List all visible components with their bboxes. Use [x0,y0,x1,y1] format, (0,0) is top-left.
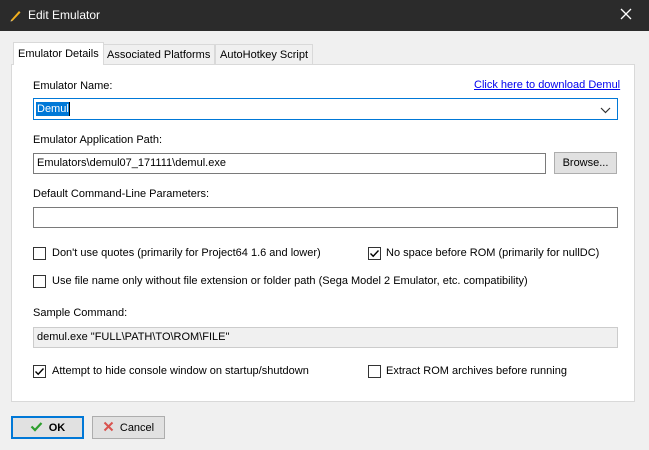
ok-button[interactable]: OK [11,416,84,439]
tab-emulator-details[interactable]: Emulator Details [13,42,104,65]
no-quotes-label: Don't use quotes (primarily for Project6… [52,247,321,259]
hide-console-label: Attempt to hide console window on startu… [52,365,309,377]
no-quotes-checkbox[interactable] [33,247,46,260]
app-path-input[interactable]: Emulators\demul07_171111\demul.exe [33,153,546,174]
emulator-name-combo[interactable]: Demul [33,98,618,120]
emulator-name-value: Demul [36,102,70,116]
browse-button[interactable]: Browse... [554,152,617,174]
cmdline-label: Default Command-Line Parameters: [33,188,210,200]
check-icon [370,250,380,258]
sample-command-field: demul.exe "FULL\PATH\TO\ROM\FILE" [33,327,618,348]
app-path-label: Emulator Application Path: [33,134,163,146]
close-button[interactable] [603,0,649,31]
checkmark-icon [30,421,43,435]
tab-autohotkey-script[interactable]: AutoHotkey Script [215,44,314,64]
chevron-down-icon[interactable] [600,105,611,117]
download-link[interactable]: Click here to download Demul [474,79,620,91]
emulator-name-label: Emulator Name: [33,80,113,92]
close-icon [620,8,632,23]
text-caret [69,102,70,116]
no-space-checkbox[interactable] [368,247,381,260]
filename-only-label: Use file name only without file extensio… [52,275,528,287]
sample-command-label: Sample Command: [33,307,128,319]
extract-rom-checkbox[interactable] [368,365,381,378]
extract-rom-label: Extract ROM archives before running [386,365,567,377]
pencil-icon [8,7,24,23]
no-space-label: No space before ROM (primarily for nullD… [386,247,600,259]
hide-console-checkbox[interactable] [33,365,46,378]
cancel-label: Cancel [119,421,155,434]
ok-label: OK [48,421,66,434]
window-title: Edit Emulator [28,8,101,22]
cmdline-input[interactable] [33,207,618,228]
filename-only-checkbox[interactable] [33,275,46,288]
check-icon [35,368,45,376]
cancel-x-icon [103,421,114,435]
tab-associated-platforms[interactable]: Associated Platforms [102,44,216,64]
cancel-button[interactable]: Cancel [92,416,165,439]
emulator-details-panel: Emulator Name: Click here to download De… [11,64,635,402]
title-bar: Edit Emulator [0,0,649,31]
